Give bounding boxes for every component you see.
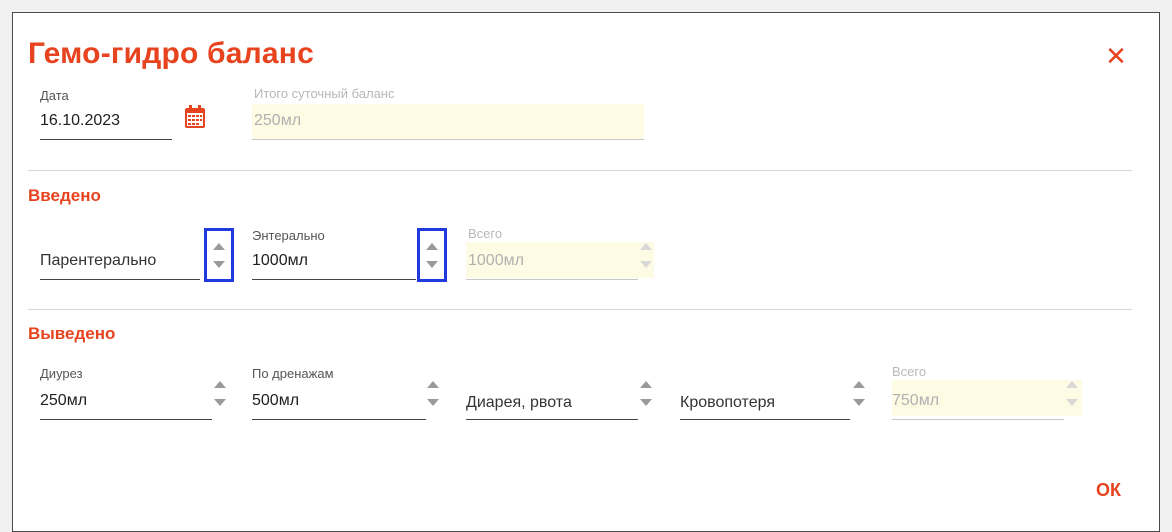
output-total-stepper	[1066, 375, 1078, 415]
parenteral-underline	[40, 279, 200, 280]
daily-balance-bg	[252, 104, 644, 140]
diuresis-underline	[40, 419, 212, 420]
diuresis-label: Диурез	[40, 366, 83, 381]
input-total-stepper	[640, 237, 652, 277]
output-total-label: Всего	[892, 364, 927, 379]
drainage-label: По дренажам	[252, 366, 334, 381]
drainage-underline	[252, 419, 426, 420]
decrement-icon[interactable]	[214, 399, 226, 406]
increment-icon[interactable]	[853, 381, 865, 388]
parenteral-input[interactable]: Парентерально	[40, 252, 156, 270]
diarrhea-vomiting-stepper[interactable]	[640, 375, 652, 415]
separator	[28, 170, 1132, 171]
enteral-underline	[252, 279, 416, 280]
output-total-value: 750мл	[892, 392, 940, 409]
decrement-icon[interactable]	[640, 399, 652, 406]
daily-balance-underline	[252, 139, 644, 140]
enteral-label: Энтерально	[252, 228, 325, 243]
decrement-icon	[1066, 399, 1078, 406]
output-total-underline	[892, 419, 1064, 420]
drainage-input[interactable]: 500мл	[252, 392, 299, 410]
diuresis-input[interactable]: 250мл	[40, 392, 87, 410]
date-input[interactable]: 16.10.2023	[40, 112, 120, 130]
highlight-box	[204, 228, 234, 282]
drainage-stepper[interactable]	[427, 375, 439, 415]
daily-balance-value: 250мл	[254, 112, 302, 129]
increment-icon	[640, 243, 652, 250]
blood-loss-input[interactable]: Кровопотеря	[680, 394, 775, 412]
calendar-icon[interactable]	[184, 105, 206, 129]
highlight-box	[417, 228, 447, 282]
date-underline	[40, 139, 172, 140]
dialog-title: Гемо-гидро баланс	[28, 37, 315, 70]
decrement-icon	[640, 261, 652, 268]
input-total-value: 1000мл	[468, 252, 524, 269]
increment-icon[interactable]	[640, 381, 652, 388]
diuresis-stepper[interactable]	[214, 375, 226, 415]
section-title-output: Выведено	[28, 324, 116, 343]
separator	[28, 309, 1132, 310]
date-label: Дата	[40, 88, 69, 103]
enteral-input[interactable]: 1000мл	[252, 252, 308, 270]
daily-balance-label: Итого суточный баланс	[254, 86, 395, 101]
blood-loss-stepper[interactable]	[853, 375, 865, 415]
decrement-icon[interactable]	[853, 399, 865, 406]
section-title-input: Введено	[28, 186, 101, 205]
blood-loss-underline	[680, 419, 850, 420]
input-total-underline	[466, 279, 638, 280]
ok-button[interactable]: ОК	[1096, 480, 1121, 501]
diarrhea-vomiting-underline	[466, 419, 638, 420]
diarrhea-vomiting-input[interactable]: Диарея, рвота	[466, 394, 572, 412]
decrement-icon[interactable]	[427, 399, 439, 406]
close-icon[interactable]: ✕	[1104, 43, 1128, 69]
increment-icon[interactable]	[427, 381, 439, 388]
increment-icon	[1066, 381, 1078, 388]
input-total-label: Всего	[468, 226, 503, 241]
increment-icon[interactable]	[214, 381, 226, 388]
